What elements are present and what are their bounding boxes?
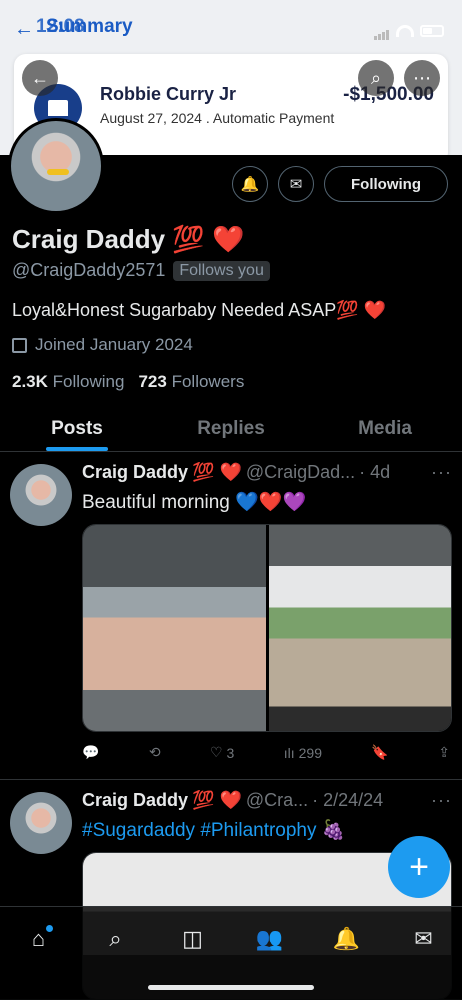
heart-icon: ♡: [209, 744, 223, 760]
profile-bio: Loyal&Honest Sugarbaby Needed ASAP💯 ❤️: [12, 300, 387, 320]
tweet-handle: @CraigDad...: [245, 462, 356, 482]
tweet[interactable]: Craig Daddy 💯 ❤️ @CraigDad... · 4d ··· B…: [0, 452, 462, 780]
signal-icon: [374, 22, 390, 40]
tweet-header: Craig Daddy 💯 ❤️ @Cra... · 2/24/24 ···: [82, 790, 452, 811]
share-icon[interactable]: ⇪: [438, 744, 450, 761]
summary-back-label[interactable]: Summary: [46, 16, 133, 38]
tab-replies[interactable]: Replies: [154, 406, 308, 451]
tab-media[interactable]: Media: [308, 406, 462, 451]
retweet-icon[interactable]: ⟲: [149, 744, 161, 761]
bar-chart-icon: ılı: [283, 744, 295, 761]
profile-name-emoji: 💯 ❤️: [172, 224, 245, 254]
following-stat[interactable]: 2.3K Following: [12, 372, 124, 392]
tweet-media[interactable]: [82, 524, 452, 732]
home-icon[interactable]: ⌂: [19, 923, 59, 955]
calendar-icon: [12, 337, 27, 353]
grok-icon[interactable]: ◫: [173, 923, 213, 955]
profile-tabs: Posts Replies Media: [0, 406, 462, 452]
profile-handle: @CraigDaddy2571: [12, 260, 166, 280]
more-icon[interactable]: ⋯: [404, 60, 440, 96]
tweet-text: Beautiful morning 💙❤️💜: [82, 492, 307, 513]
envelope-icon[interactable]: ✉: [278, 166, 315, 202]
payment-details: August 27, 2024 . Automatic Payment: [100, 110, 335, 126]
tweet-text[interactable]: #Sugardaddy #Philantrophy 🍇: [82, 818, 345, 842]
profile-joined: Joined January 2024: [12, 335, 193, 355]
views-button[interactable]: ılı 299: [284, 745, 322, 761]
follows-you-badge: Follows you: [173, 260, 270, 281]
tweet-author-emoji: 💯 ❤️: [192, 790, 242, 810]
plus-icon[interactable]: +: [388, 836, 450, 898]
like-count: 3: [226, 744, 235, 761]
profile-name-text: Craig Daddy: [12, 224, 166, 254]
tweet-avatar[interactable]: [10, 792, 72, 854]
tweet-time: · 2/24/24: [312, 790, 384, 810]
tweet-actions: 💬 ⟲ ♡ 3 ılı 299 🔖 ⇪: [82, 744, 450, 761]
communities-icon[interactable]: 👥: [250, 923, 290, 955]
following-button[interactable]: Following: [324, 166, 448, 202]
photo-selfie[interactable]: [83, 525, 266, 731]
tweet-author[interactable]: Craig Daddy: [82, 462, 188, 483]
back-arrow-icon[interactable]: ←: [14, 18, 34, 41]
bell-plus-icon[interactable]: 🔔: [232, 166, 269, 202]
tab-posts[interactable]: Posts: [0, 406, 154, 451]
joined-text: Joined January 2024: [35, 335, 193, 354]
system-indicators: [374, 22, 444, 40]
tweet-header: Craig Daddy 💯 ❤️ @CraigDad... · 4d ···: [82, 462, 452, 483]
battery-icon: [420, 25, 444, 37]
followers-stat[interactable]: 723 Followers: [138, 372, 244, 392]
profile-name: Craig Daddy 💯 ❤️: [12, 224, 244, 255]
profile-avatar[interactable]: [8, 118, 104, 214]
arrow-left-icon[interactable]: ←: [22, 60, 58, 96]
like-button[interactable]: ♡ 3: [210, 744, 234, 761]
bottom-navigation: ⌂ ⌕ ◫ 👥 🔔 ✉: [0, 906, 462, 1000]
home-indicator: [148, 985, 314, 990]
profile-actions: 🔔 ✉ Following: [232, 166, 448, 202]
search-icon[interactable]: ⌕: [358, 60, 394, 96]
payee-name: Robbie Curry Jr: [100, 84, 237, 104]
view-count: 299: [298, 744, 322, 761]
tweet-author-emoji: 💯 ❤️: [192, 462, 242, 482]
tweet-avatar[interactable]: [10, 464, 72, 526]
reply-icon[interactable]: 💬: [82, 744, 99, 761]
tweet-author[interactable]: Craig Daddy: [82, 790, 188, 811]
notification-dot: [45, 925, 53, 932]
wifi-icon: [396, 25, 414, 37]
more-icon[interactable]: ···: [431, 790, 452, 811]
status-bar: ← 12:08 Summary: [14, 16, 448, 42]
photo-van-interior[interactable]: [268, 525, 451, 731]
more-icon[interactable]: ···: [431, 462, 452, 483]
profile-stats: 2.3K Following 723 Followers: [12, 372, 244, 392]
search-icon[interactable]: ⌕: [96, 923, 136, 955]
tweet-time: · 4d: [359, 462, 391, 482]
bell-icon[interactable]: 🔔: [327, 923, 367, 955]
profile-handle-row: @CraigDaddy2571 Follows you: [12, 260, 270, 281]
messages-icon[interactable]: ✉: [404, 923, 444, 955]
tweet-handle: @Cra...: [245, 790, 309, 810]
bookmark-icon[interactable]: 🔖: [371, 744, 388, 761]
